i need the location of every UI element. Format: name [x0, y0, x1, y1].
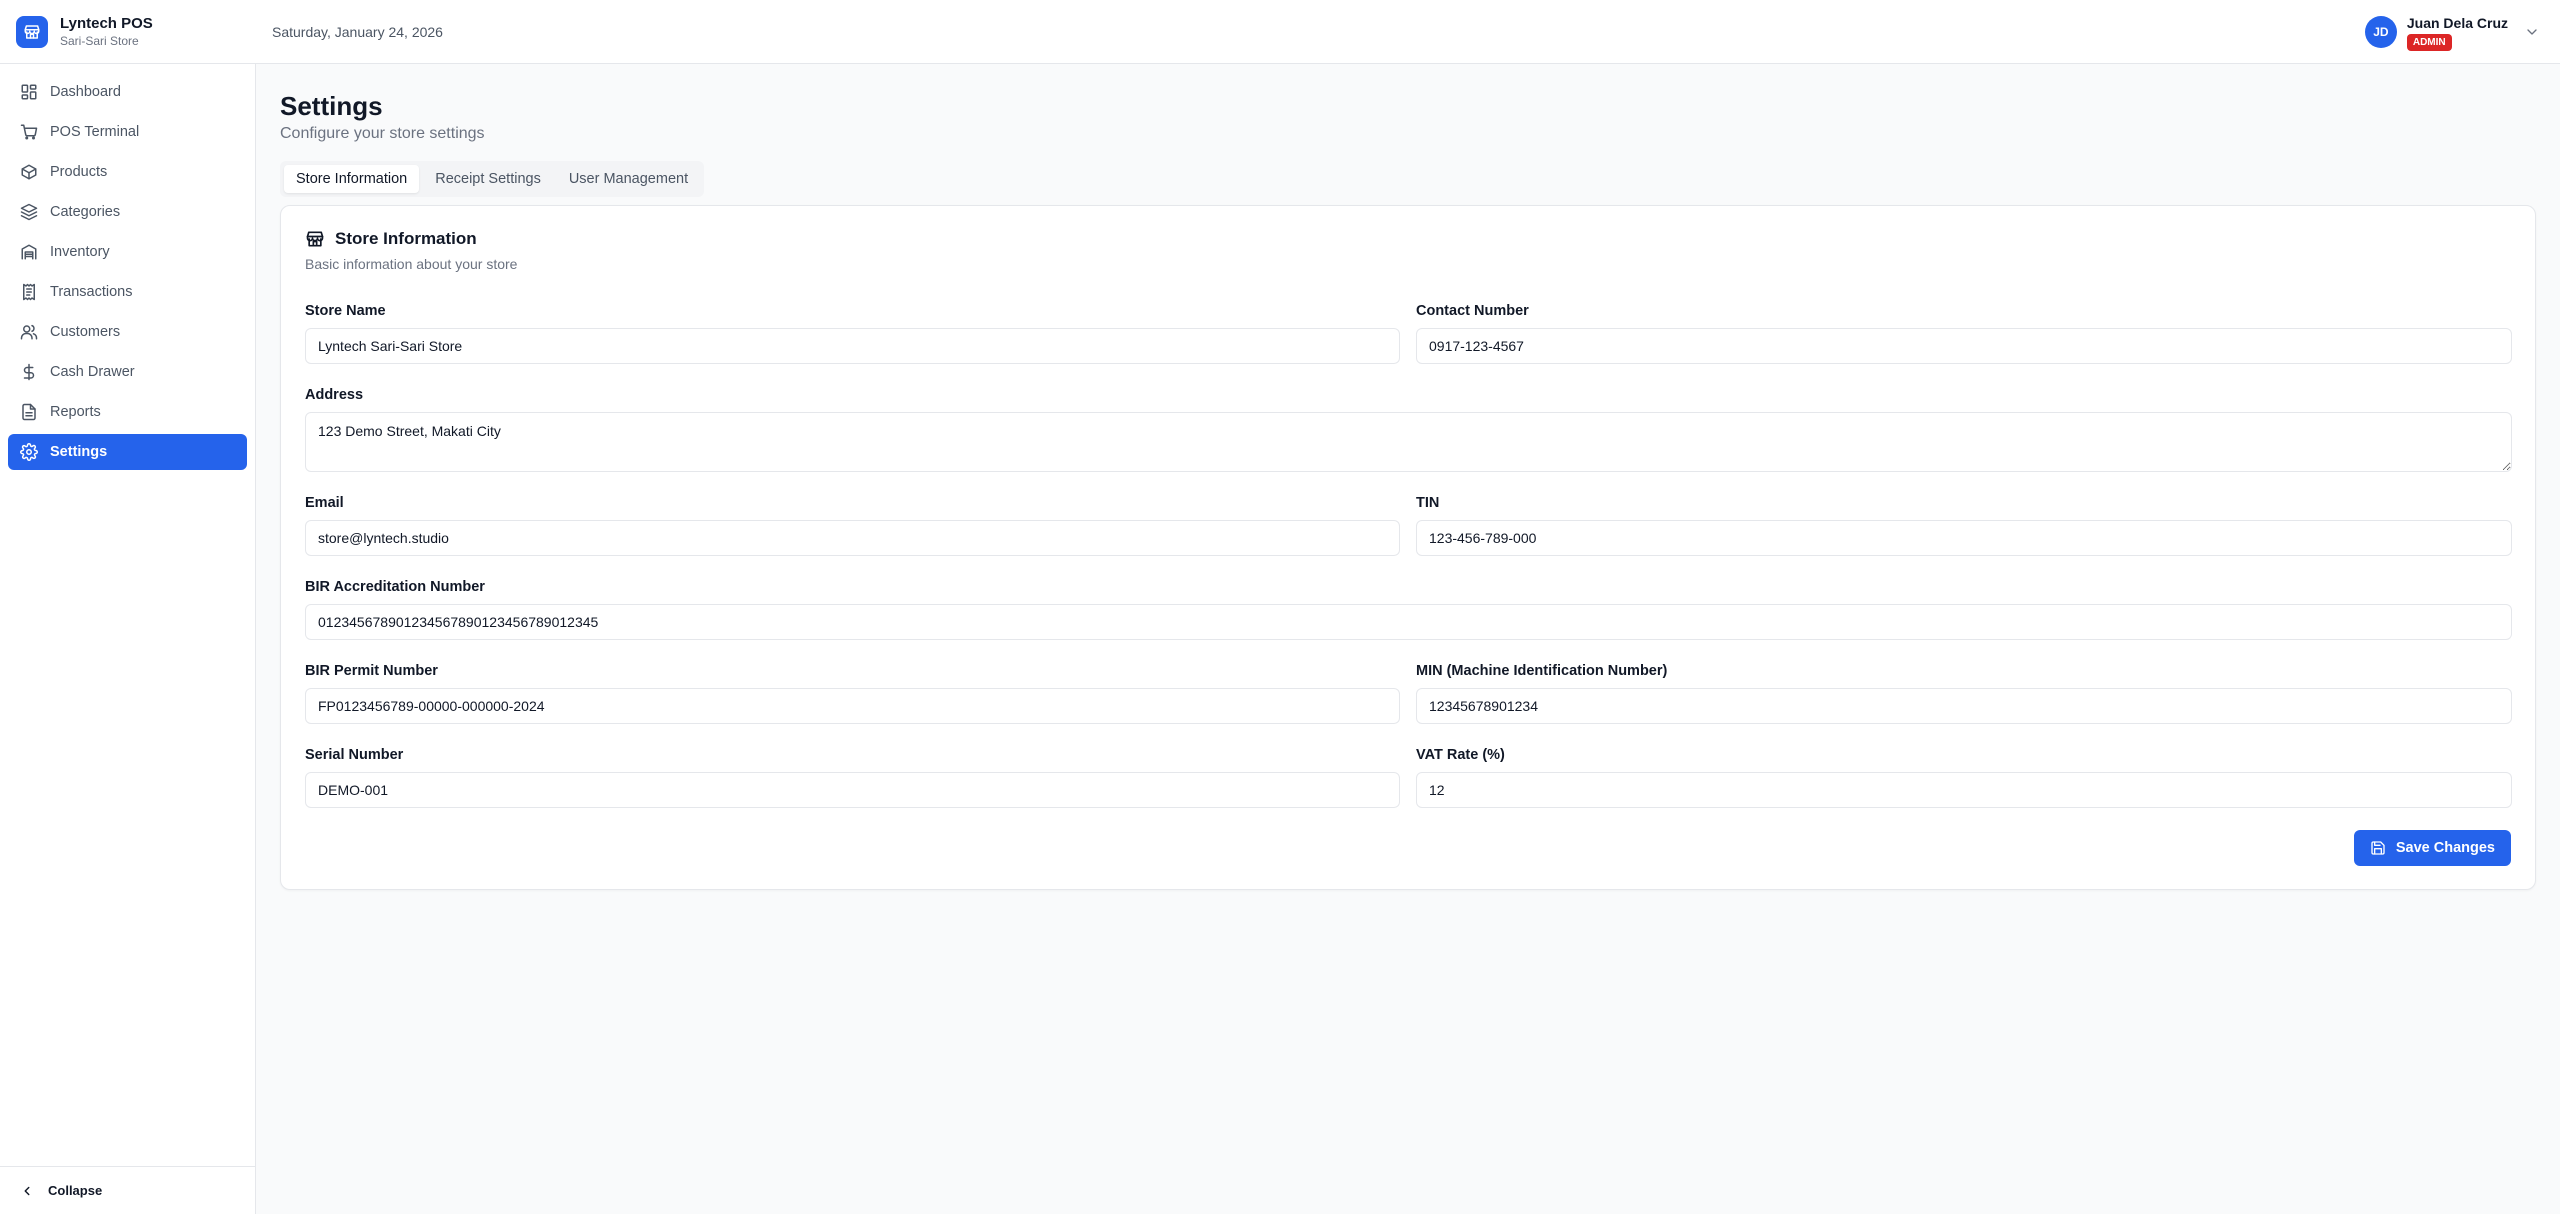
sidebar-item-label: POS Terminal [50, 124, 140, 140]
top-bar: Lyntech POS Sari-Sari Store Saturday, Ja… [0, 0, 2560, 64]
package-icon [20, 163, 38, 181]
user-name: Juan Dela Cruz [2406, 14, 2508, 31]
sidebar-item-reports[interactable]: Reports [8, 394, 247, 430]
store-information-card: Store Information Basic information abou… [280, 205, 2536, 890]
email-input[interactable] [305, 520, 1400, 556]
email-label: Email [305, 495, 344, 511]
serial-number-input[interactable] [305, 772, 1400, 808]
sidebar-item-customers[interactable]: Customers [8, 314, 247, 350]
sidebar-item-cash-drawer[interactable]: Cash Drawer [8, 354, 247, 390]
sidebar-item-label: Categories [50, 204, 121, 220]
store-icon [305, 229, 325, 249]
cart-icon [20, 123, 38, 141]
collapse-button[interactable]: Collapse [0, 1166, 256, 1214]
min-field: MIN (Machine Identification Number) [1416, 662, 2512, 724]
gear-icon [20, 443, 38, 461]
tab-store-information[interactable]: Store Information [284, 165, 420, 193]
sidebar-item-categories[interactable]: Categories [8, 194, 247, 230]
store-name-field: Store Name [305, 302, 1400, 364]
save-icon [2370, 840, 2386, 856]
main-content: Settings Configure your store settings S… [280, 64, 2536, 890]
page-subtitle: Configure your store settings [280, 125, 485, 142]
vat-rate-field: VAT Rate (%) [1416, 746, 2512, 808]
file-icon [20, 403, 38, 421]
vat-rate-label: VAT Rate (%) [1416, 747, 1505, 763]
serial-number-field: Serial Number [305, 746, 1400, 808]
tin-label: TIN [1416, 495, 1440, 511]
card-description: Basic information about your store [305, 256, 518, 272]
sidebar: Dashboard POS Terminal Products Categori… [0, 64, 256, 1214]
store-name: Sari-Sari Store [60, 34, 139, 48]
contact-number-input[interactable] [1416, 328, 2512, 364]
sidebar-item-dashboard[interactable]: Dashboard [8, 74, 247, 110]
contact-number-label: Contact Number [1416, 303, 1529, 319]
dollar-icon [20, 363, 38, 381]
sidebar-item-settings[interactable]: Settings [8, 434, 247, 470]
address-label: Address [305, 387, 364, 403]
min-label: MIN (Machine Identification Number) [1416, 663, 1668, 679]
vat-rate-input[interactable] [1416, 772, 2512, 808]
store-name-label: Store Name [305, 303, 386, 319]
bir-permit-label: BIR Permit Number [305, 663, 438, 679]
contact-number-field: Contact Number [1416, 302, 2512, 364]
sidebar-item-label: Transactions [50, 284, 133, 300]
sidebar-item-label: Reports [50, 404, 101, 420]
users-icon [20, 323, 38, 341]
warehouse-icon [20, 243, 38, 261]
bir-accreditation-input[interactable] [305, 604, 2512, 640]
chevron-left-icon [20, 1184, 34, 1198]
tin-input[interactable] [1416, 520, 2512, 556]
bir-permit-field: BIR Permit Number [305, 662, 1400, 724]
settings-tabs: Store Information Receipt Settings User … [280, 161, 705, 197]
sidebar-item-label: Cash Drawer [50, 364, 135, 380]
tin-field: TIN [1416, 494, 2512, 556]
app-name: Lyntech POS [60, 15, 153, 32]
sidebar-item-label: Dashboard [50, 84, 121, 100]
sidebar-item-label: Customers [50, 324, 121, 340]
page-title: Settings [280, 91, 383, 121]
store-name-input[interactable] [305, 328, 1400, 364]
bir-accreditation-field: BIR Accreditation Number [305, 578, 2512, 640]
brand[interactable]: Lyntech POS Sari-Sari Store [0, 0, 256, 64]
collapse-label: Collapse [48, 1183, 103, 1198]
email-field: Email [305, 494, 1400, 556]
dashboard-icon [20, 83, 38, 101]
sidebar-item-products[interactable]: Products [8, 154, 247, 190]
min-input[interactable] [1416, 688, 2512, 724]
current-date: Saturday, January 24, 2026 [272, 23, 443, 40]
sidebar-item-transactions[interactable]: Transactions [8, 274, 247, 310]
address-textarea[interactable]: 123 Demo Street, Makati City [305, 412, 2512, 472]
card-title: Store Information [335, 229, 477, 248]
receipt-icon [20, 283, 38, 301]
bir-accreditation-label: BIR Accreditation Number [305, 579, 485, 595]
save-changes-label: Save Changes [2395, 840, 2495, 856]
store-icon [16, 15, 48, 48]
chevron-down-icon[interactable] [2524, 24, 2540, 40]
sidebar-item-inventory[interactable]: Inventory [8, 234, 247, 270]
sidebar-item-pos-terminal[interactable]: POS Terminal [8, 114, 247, 150]
save-changes-button[interactable]: Save Changes [2353, 830, 2511, 866]
tab-receipt-settings[interactable]: Receipt Settings [423, 165, 553, 193]
avatar: JD [2364, 16, 2397, 48]
sidebar-nav: Dashboard POS Terminal Products Categori… [0, 64, 255, 480]
layers-icon [20, 203, 38, 221]
sidebar-item-label: Products [50, 164, 108, 180]
sidebar-item-label: Settings [50, 444, 108, 460]
serial-number-label: Serial Number [305, 747, 404, 763]
role-badge: ADMIN [2406, 33, 2452, 51]
sidebar-item-label: Inventory [50, 244, 110, 260]
user-menu[interactable]: JD Juan Dela Cruz ADMIN [2364, 12, 2540, 52]
address-field: Address 123 Demo Street, Makati City [305, 386, 2512, 477]
bir-permit-input[interactable] [305, 688, 1400, 724]
tab-user-management[interactable]: User Management [557, 165, 700, 193]
